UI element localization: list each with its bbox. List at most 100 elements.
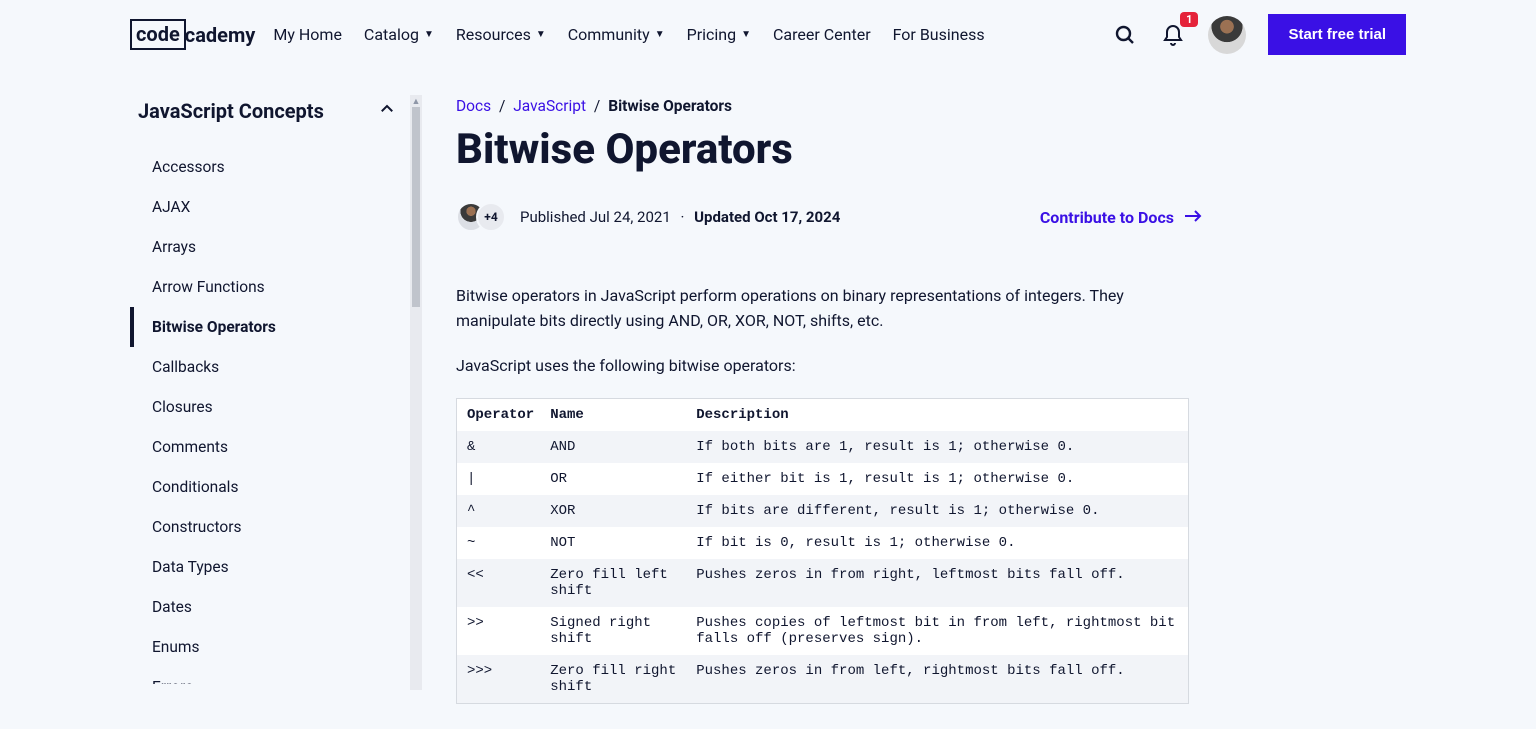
sidebar-item-callbacks[interactable]: Callbacks — [130, 347, 406, 387]
scroll-up-icon[interactable]: ▲ — [410, 95, 422, 107]
sidebar-item-errors[interactable]: Errors — [130, 667, 406, 684]
layout: JavaScript Concepts AccessorsAJAXArraysA… — [0, 69, 1536, 704]
search-icon[interactable] — [1112, 22, 1138, 48]
nav-item-pricing[interactable]: Pricing▼ — [687, 25, 751, 44]
published-prefix: Published — [520, 208, 590, 226]
th-description: Description — [686, 399, 1188, 432]
cell-description: If either bit is 1, result is 1; otherwi… — [686, 463, 1188, 495]
sidebar-item-constructors[interactable]: Constructors — [130, 507, 406, 547]
published-date: Jul 24, 2021 — [590, 208, 671, 226]
table-row: |ORIf either bit is 1, result is 1; othe… — [457, 463, 1189, 495]
cell-description: Pushes zeros in from left, rightmost bit… — [686, 655, 1188, 704]
sidebar-item-accessors[interactable]: Accessors — [130, 147, 406, 187]
arrow-right-icon — [1184, 208, 1202, 227]
cell-name: XOR — [540, 495, 686, 527]
sidebar: JavaScript Concepts AccessorsAJAXArraysA… — [130, 69, 406, 684]
sidebar-item-conditionals[interactable]: Conditionals — [130, 467, 406, 507]
logo-rest: cademy — [185, 23, 256, 47]
cell-operator: ^ — [457, 495, 541, 527]
updated-prefix: Updated — [694, 208, 754, 226]
cell-name: Signed right shift — [540, 607, 686, 655]
breadcrumb-link-javascript[interactable]: JavaScript — [513, 97, 586, 115]
nav-item-resources[interactable]: Resources▼ — [456, 25, 546, 44]
page-title: Bitwise Operators — [456, 125, 1202, 174]
cell-name: Zero fill right shift — [540, 655, 686, 704]
notification-badge: 1 — [1180, 12, 1198, 27]
nav-item-community[interactable]: Community▼ — [568, 25, 665, 44]
cell-description: If bit is 0, result is 1; otherwise 0. — [686, 527, 1188, 559]
sidebar-title: JavaScript Concepts — [138, 99, 324, 123]
start-trial-button[interactable]: Start free trial — [1268, 14, 1406, 55]
updated-date: Oct 17, 2024 — [754, 208, 840, 226]
cell-operator: << — [457, 559, 541, 607]
header: codecademy My Home Catalog▼ Resources▼ Comm… — [0, 0, 1536, 69]
breadcrumb: Docs / JavaScript / Bitwise Operators — [456, 97, 1202, 115]
sidebar-wrap: JavaScript Concepts AccessorsAJAXArraysA… — [130, 69, 422, 704]
cell-name: OR — [540, 463, 686, 495]
cell-name: Zero fill left shift — [540, 559, 686, 607]
intro-paragraph-1: Bitwise operators in JavaScript perform … — [456, 284, 1202, 334]
meta-left: +4 Published Jul 24, 2021 · Updated Oct … — [456, 202, 840, 232]
nav-item-for-business[interactable]: For Business — [893, 25, 985, 44]
chevron-down-icon: ▼ — [536, 29, 546, 40]
cell-description: Pushes zeros in from right, leftmost bit… — [686, 559, 1188, 607]
chevron-down-icon: ▼ — [741, 29, 751, 40]
breadcrumb-current: Bitwise Operators — [608, 97, 732, 115]
table-row: >>>Zero fill right shiftPushes zeros in … — [457, 655, 1189, 704]
nav-item-career-center[interactable]: Career Center — [773, 25, 871, 44]
main-nav: My Home Catalog▼ Resources▼ Community▼ Prici… — [273, 25, 984, 44]
cell-description: If both bits are 1, result is 1; otherwi… — [686, 431, 1188, 463]
table-row: >>Signed right shiftPushes copies of lef… — [457, 607, 1189, 655]
meta-text: Published Jul 24, 2021 · Updated Oct 17,… — [520, 208, 840, 226]
table-row: &ANDIf both bits are 1, result is 1; oth… — [457, 431, 1189, 463]
nav-item-catalog[interactable]: Catalog▼ — [364, 25, 434, 44]
sidebar-item-comments[interactable]: Comments — [130, 427, 406, 467]
th-name: Name — [540, 399, 686, 432]
cell-operator: >> — [457, 607, 541, 655]
contribute-link[interactable]: Contribute to Docs — [1040, 208, 1202, 227]
contribute-label: Contribute to Docs — [1040, 208, 1174, 227]
cell-name: NOT — [540, 527, 686, 559]
sidebar-item-enums[interactable]: Enums — [130, 627, 406, 667]
sidebar-item-closures[interactable]: Closures — [130, 387, 406, 427]
cell-operator: | — [457, 463, 541, 495]
meta-separator: · — [681, 208, 685, 226]
header-right: 1 Start free trial — [1112, 14, 1406, 55]
cell-description: If bits are different, result is 1; othe… — [686, 495, 1188, 527]
cell-operator: >>> — [457, 655, 541, 704]
meta-row: +4 Published Jul 24, 2021 · Updated Oct … — [456, 202, 1202, 232]
chevron-down-icon: ▼ — [424, 29, 434, 40]
breadcrumb-sep: / — [594, 97, 600, 115]
content: Docs / JavaScript / Bitwise Operators Bi… — [422, 69, 1202, 704]
author-stack[interactable]: +4 — [456, 202, 506, 232]
sidebar-list: AccessorsAJAXArraysArrow FunctionsBitwis… — [130, 147, 406, 684]
breadcrumb-link-docs[interactable]: Docs — [456, 97, 491, 115]
chevron-up-icon — [378, 100, 396, 122]
logo-box: code — [130, 19, 186, 50]
notifications-icon[interactable]: 1 — [1160, 22, 1186, 48]
sidebar-item-ajax[interactable]: AJAX — [130, 187, 406, 227]
sidebar-item-data-types[interactable]: Data Types — [130, 547, 406, 587]
sidebar-item-arrays[interactable]: Arrays — [130, 227, 406, 267]
cell-operator: & — [457, 431, 541, 463]
cell-name: AND — [540, 431, 686, 463]
scrollbar-thumb[interactable] — [412, 107, 420, 307]
logo[interactable]: codecademy — [130, 19, 255, 50]
table-header-row: Operator Name Description — [457, 399, 1189, 432]
author-more-badge: +4 — [476, 202, 506, 232]
sidebar-scrollbar[interactable]: ▲ — [410, 95, 422, 690]
sidebar-item-bitwise-operators[interactable]: Bitwise Operators — [130, 307, 406, 347]
sidebar-header[interactable]: JavaScript Concepts — [130, 95, 406, 147]
intro-paragraph-2: JavaScript uses the following bitwise op… — [456, 354, 1202, 379]
sidebar-item-arrow-functions[interactable]: Arrow Functions — [130, 267, 406, 307]
sidebar-item-dates[interactable]: Dates — [130, 587, 406, 627]
cell-description: Pushes copies of leftmost bit in from le… — [686, 607, 1188, 655]
operators-table: Operator Name Description &ANDIf both bi… — [456, 398, 1189, 704]
th-operator: Operator — [457, 399, 541, 432]
table-row: ^XORIf bits are different, result is 1; … — [457, 495, 1189, 527]
nav-item-my-home[interactable]: My Home — [273, 25, 342, 44]
breadcrumb-sep: / — [499, 97, 505, 115]
table-row: ~NOTIf bit is 0, result is 1; otherwise … — [457, 527, 1189, 559]
chevron-down-icon: ▼ — [655, 29, 665, 40]
avatar[interactable] — [1208, 16, 1246, 54]
